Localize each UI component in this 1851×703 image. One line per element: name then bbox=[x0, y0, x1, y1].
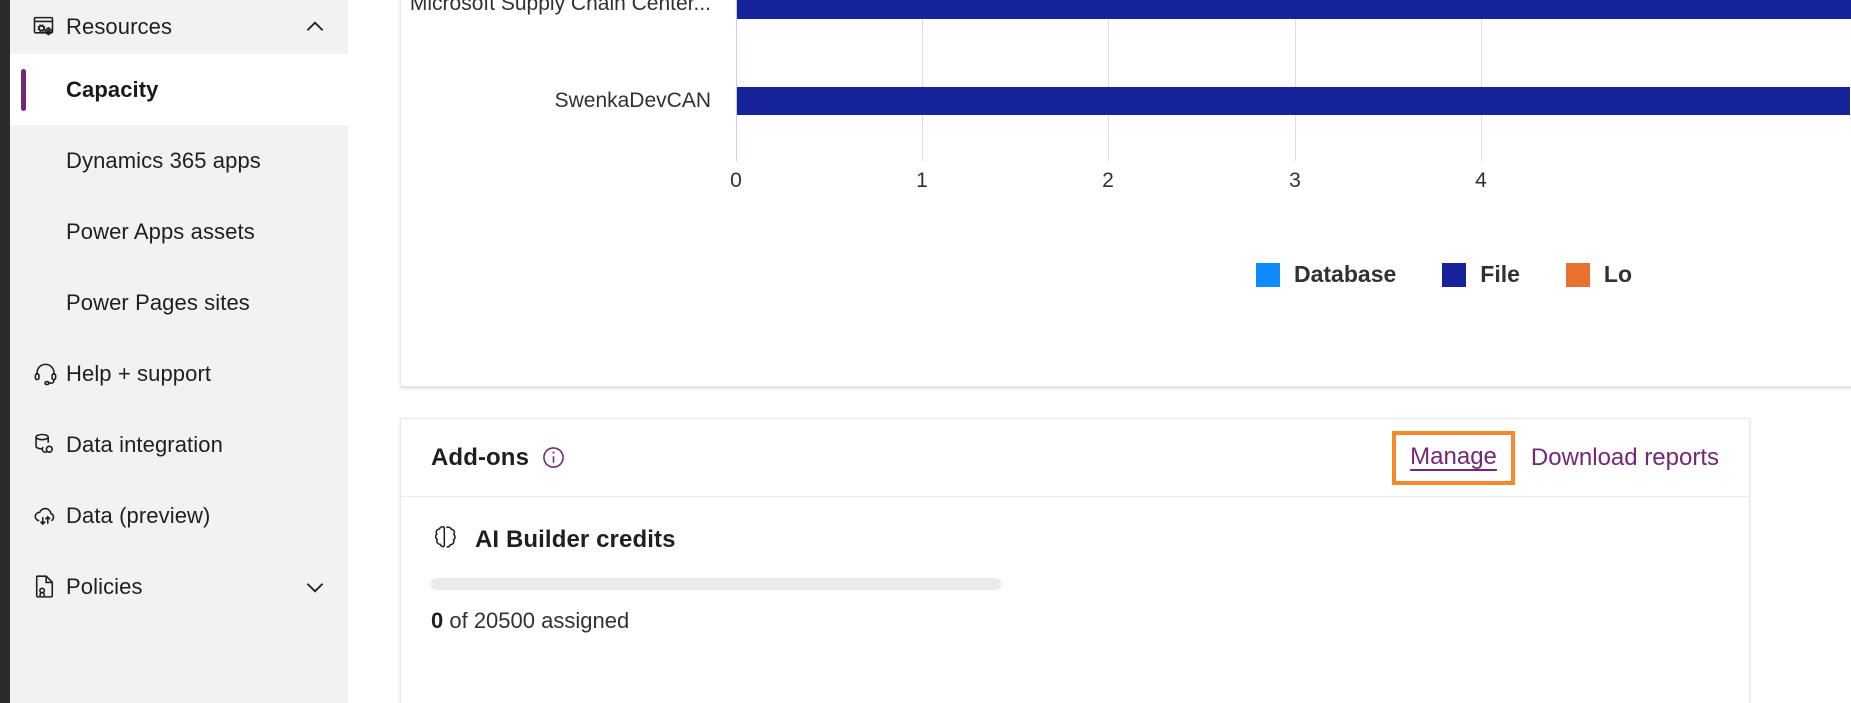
chart-legend: Database File Lo bbox=[1256, 261, 1678, 288]
manage-link[interactable]: Manage bbox=[1410, 443, 1497, 471]
sidebar-item-label: Capacity bbox=[66, 76, 159, 102]
addon-name-row: AI Builder credits bbox=[431, 523, 1719, 556]
storage-capacity-chart: Microsoft Supply Chain Center... SwenkaD… bbox=[401, 0, 1851, 386]
sidebar-item-label: Policies bbox=[66, 573, 143, 599]
chart-x-tick: 4 bbox=[1475, 169, 1487, 192]
legend-item-database[interactable]: Database bbox=[1256, 261, 1396, 288]
sidebar-item-label: Data integration bbox=[66, 431, 223, 457]
sidebar-item-power-pages-sites[interactable]: Power Pages sites bbox=[10, 267, 348, 338]
chart-gridline bbox=[1295, 0, 1296, 161]
addon-status-text: 0 of 20500 assigned bbox=[431, 608, 1719, 634]
legend-label: Lo bbox=[1603, 261, 1633, 287]
addon-progress-bar bbox=[431, 578, 1001, 590]
sidebar-item-label: Power Pages sites bbox=[66, 289, 250, 315]
chart-axis-line bbox=[736, 0, 737, 161]
addons-card: Add-ons Manage Download reports AI Build… bbox=[400, 418, 1750, 703]
capacity-chart-card: Microsoft Supply Chain Center... SwenkaD… bbox=[400, 0, 1851, 387]
manage-focus-ring: Manage bbox=[1392, 430, 1515, 485]
chart-gridline bbox=[1481, 0, 1482, 161]
sidebar-item-label: Power Apps assets bbox=[66, 218, 255, 244]
addon-row-ai-builder-credits: AI Builder credits 0 of 20500 assigned bbox=[401, 497, 1749, 634]
legend-label: File bbox=[1480, 261, 1520, 287]
chart-x-tick: 2 bbox=[1102, 169, 1114, 192]
sidebar-group-label: Resources bbox=[66, 14, 173, 39]
chart-bar-segment-file bbox=[737, 87, 1850, 115]
chart-x-tick: 0 bbox=[730, 169, 742, 192]
chevron-up-icon[interactable] bbox=[302, 14, 328, 40]
legend-item-log[interactable]: Lo bbox=[1565, 261, 1633, 288]
resources-icon bbox=[32, 14, 66, 41]
legend-label: Database bbox=[1294, 261, 1397, 287]
sidebar-item-label: Data (preview) bbox=[66, 502, 211, 528]
addons-header: Add-ons Manage Download reports bbox=[401, 419, 1749, 497]
sidebar-item-policies[interactable]: Policies bbox=[10, 551, 348, 622]
main-content: Microsoft Supply Chain Center... SwenkaD… bbox=[348, 0, 1851, 703]
sidebar-item-data-preview[interactable]: Data (preview) bbox=[10, 480, 348, 551]
document-policy-icon bbox=[32, 573, 66, 600]
left-navigation: Resources Capacity Dynamics 365 apps Pow… bbox=[10, 0, 348, 703]
addon-assigned-count: 0 bbox=[431, 608, 444, 633]
addons-header-actions: Manage Download reports bbox=[1392, 430, 1719, 485]
legend-item-file[interactable]: File bbox=[1442, 261, 1520, 288]
sidebar-item-dynamics-365-apps[interactable]: Dynamics 365 apps bbox=[10, 125, 348, 196]
sidebar-group-resources[interactable]: Resources bbox=[10, 0, 348, 54]
sidebar-item-label: Dynamics 365 apps bbox=[66, 147, 261, 173]
cloud-download-icon bbox=[32, 502, 66, 529]
legend-swatch-icon bbox=[1256, 262, 1280, 287]
ai-brain-icon bbox=[431, 523, 459, 556]
chart-gridline bbox=[1108, 0, 1109, 161]
sidebar-item-power-apps-assets[interactable]: Power Apps assets bbox=[10, 196, 348, 267]
headset-icon bbox=[32, 360, 66, 387]
legend-swatch-icon bbox=[1565, 262, 1590, 287]
sidebar-item-label: Help + support bbox=[66, 360, 212, 386]
chevron-down-icon[interactable] bbox=[302, 574, 328, 600]
database-link-icon bbox=[32, 431, 66, 458]
legend-swatch-icon bbox=[1442, 262, 1467, 287]
chart-bar-segment-file bbox=[737, 0, 1851, 19]
info-circle-icon[interactable] bbox=[541, 445, 566, 470]
capacity-page: Resources Capacity Dynamics 365 apps Pow… bbox=[0, 0, 1851, 703]
sidebar-item-help-support[interactable]: Help + support bbox=[10, 338, 348, 409]
addon-name: AI Builder credits bbox=[475, 525, 676, 553]
chart-x-tick: 3 bbox=[1289, 169, 1301, 192]
window-edge-rail bbox=[0, 0, 10, 703]
addon-status-suffix: of 20500 assigned bbox=[443, 608, 630, 633]
sidebar-item-data-integration[interactable]: Data integration bbox=[10, 409, 348, 480]
chart-x-tick: 1 bbox=[916, 169, 928, 192]
chart-y-label: SwenkaDevCAN bbox=[554, 89, 711, 112]
sidebar-item-capacity[interactable]: Capacity bbox=[10, 54, 348, 125]
download-reports-link[interactable]: Download reports bbox=[1531, 444, 1719, 472]
chart-y-label: Microsoft Supply Chain Center... bbox=[409, 0, 711, 15]
chart-gridline bbox=[922, 0, 923, 161]
addons-title: Add-ons bbox=[431, 443, 530, 471]
